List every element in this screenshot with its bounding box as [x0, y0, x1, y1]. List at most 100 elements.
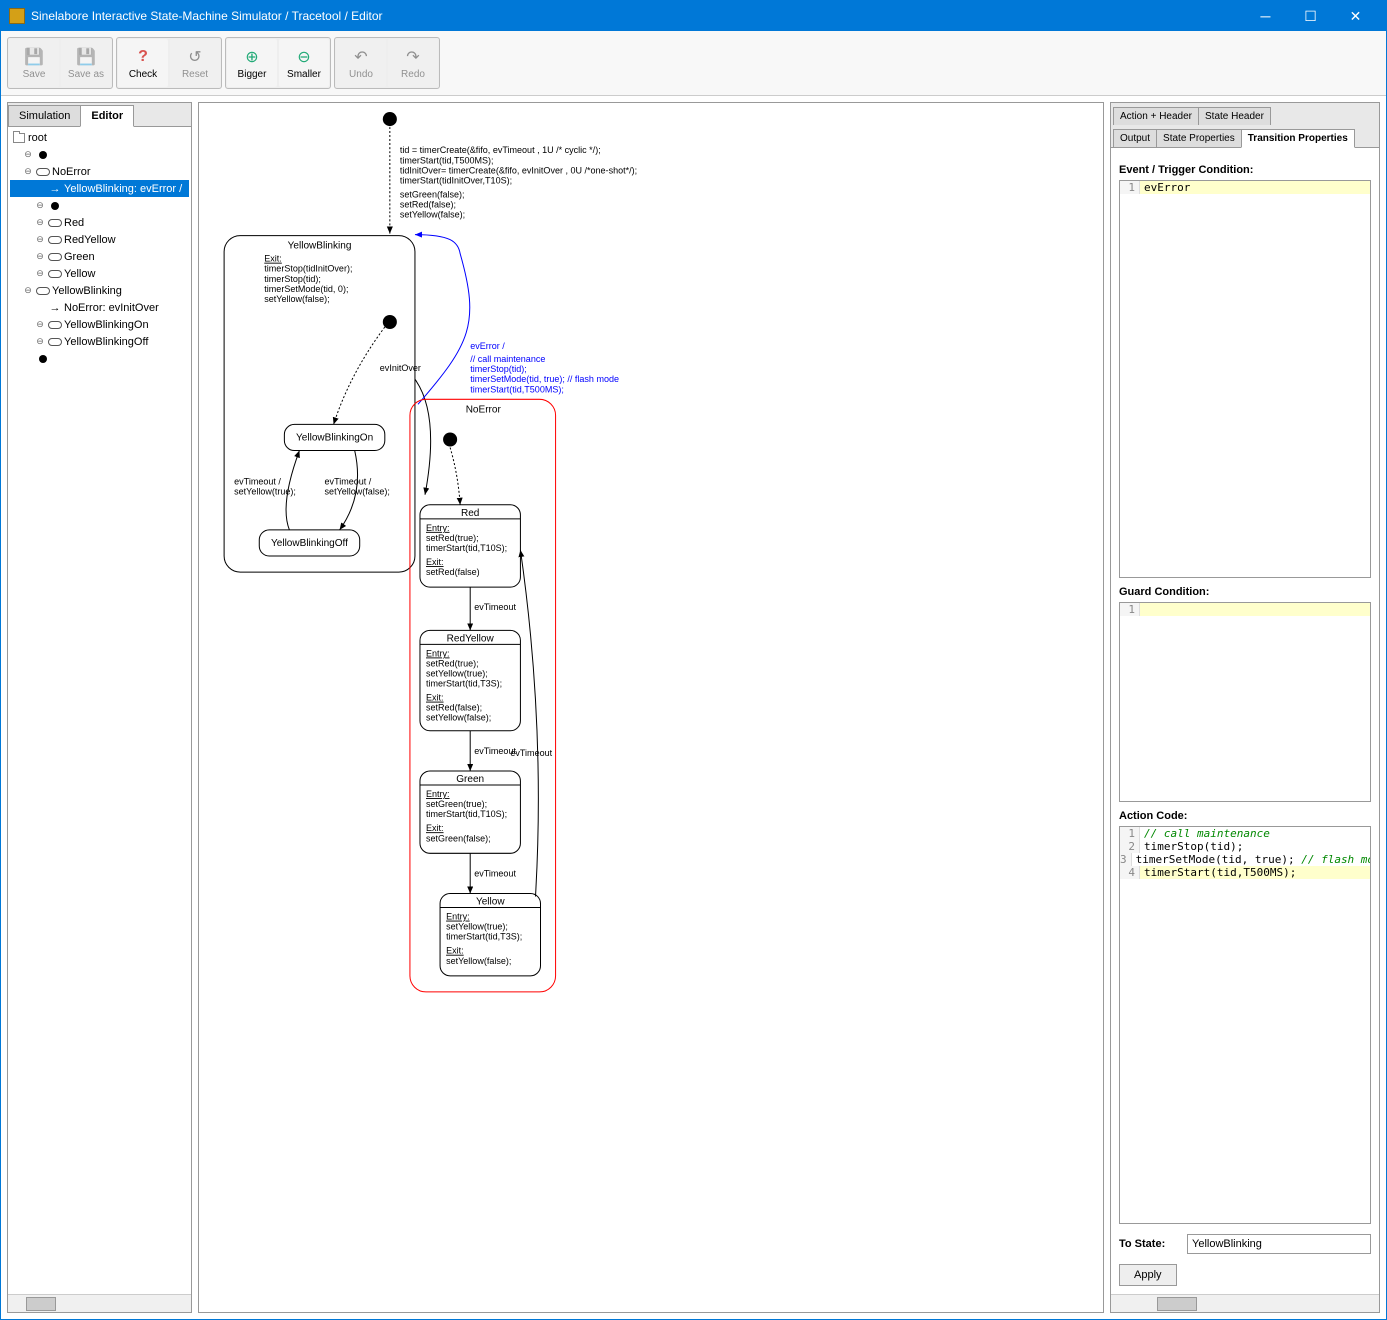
action-code-input[interactable]: 1// call maintenance 2timerStop(tid); 3t… — [1119, 826, 1371, 1224]
state-tree[interactable]: root ⊖ ⊖ NoError → YellowBlinking: evErr… — [8, 127, 191, 1294]
everror-label: evError / // call maintenance timerStop(… — [470, 341, 619, 394]
tree-toggle-icon[interactable]: ⊖ — [22, 149, 34, 160]
tab-action-header[interactable]: Action + Header — [1113, 107, 1199, 125]
tab-output[interactable]: Output — [1113, 129, 1157, 147]
tab-state-props[interactable]: State Properties — [1156, 129, 1242, 147]
tree-toggle-icon[interactable]: ⊖ — [34, 251, 46, 262]
close-button[interactable]: ✕ — [1333, 1, 1378, 31]
svg-text:evTimeout: evTimeout — [510, 748, 552, 758]
svg-text:Exit:: Exit: — [264, 254, 282, 264]
app-window: Sinelabore Interactive State-Machine Sim… — [0, 0, 1387, 1320]
window-title: Sinelabore Interactive State-Machine Sim… — [31, 9, 1243, 23]
init-code: tid = timerCreate(&fifo, evTimeout , 1U … — [400, 145, 637, 219]
right-panel: Action + Header State Header Output Stat… — [1110, 102, 1380, 1313]
tree-yb-transition[interactable]: → YellowBlinking: evError / — [10, 180, 189, 197]
svg-text:timerSetMode(tid, true); // fl: timerSetMode(tid, true); // flash mode — [470, 374, 619, 384]
svg-text:setRed(false): setRed(false) — [426, 567, 480, 577]
svg-text:setYellow(false);: setYellow(false); — [426, 713, 491, 723]
tree-toggle-icon[interactable]: ⊖ — [34, 234, 46, 245]
tree-yellow[interactable]: ⊖ Yellow — [10, 265, 189, 282]
left-tabstrip: Simulation Editor — [8, 103, 191, 127]
svg-text:setGreen(false);: setGreen(false); — [426, 833, 491, 843]
svg-text:Entry:: Entry: — [426, 648, 450, 658]
svg-text:timerStart(tid,T500MS);: timerStart(tid,T500MS); — [470, 384, 564, 394]
tree-final[interactable] — [10, 350, 189, 367]
transition-everror[interactable] — [415, 235, 470, 405]
bigger-button[interactable]: ⊕ Bigger — [227, 39, 277, 87]
red-body: Entry: setRed(true); timerStart(tid,T10S… — [426, 523, 507, 577]
save-button[interactable]: 💾 Save — [9, 39, 59, 87]
event-code-input[interactable]: 1evError — [1119, 180, 1371, 578]
apply-button[interactable]: Apply — [1119, 1264, 1177, 1286]
tree-green[interactable]: ⊖ Green — [10, 248, 189, 265]
svg-text:setGreen(true);: setGreen(true); — [426, 799, 487, 809]
tab-transition-props[interactable]: Transition Properties — [1241, 129, 1355, 148]
main-area: Simulation Editor root ⊖ ⊖ NoError — [1, 96, 1386, 1319]
state-icon — [48, 219, 62, 227]
tree-noerror-init[interactable]: → NoError: evInitOver — [10, 299, 189, 316]
tree-toggle-icon[interactable]: ⊖ — [22, 166, 34, 177]
tree-initial[interactable]: ⊖ — [10, 146, 189, 163]
svg-text:evInitOver: evInitOver — [380, 363, 421, 373]
redo-button[interactable]: ↷ Redo — [388, 39, 438, 87]
svg-text:Entry:: Entry: — [426, 789, 450, 799]
svg-text:evTimeout /: evTimeout / — [234, 477, 281, 487]
svg-text:setRed(false);: setRed(false); — [426, 703, 482, 713]
green-body: Entry: setGreen(true); timerStart(tid,T1… — [426, 789, 507, 843]
state-icon — [36, 168, 50, 176]
transition-icon: → — [48, 302, 62, 314]
undo-button[interactable]: ↶ Undo — [336, 39, 386, 87]
diagram-canvas[interactable]: tid = timerCreate(&fifo, evTimeout , 1U … — [198, 102, 1104, 1313]
tree-ybon[interactable]: ⊖ YellowBlinkingOn — [10, 316, 189, 333]
tree-toggle-icon[interactable]: ⊖ — [34, 268, 46, 279]
action-label: Action Code: — [1119, 810, 1371, 822]
svg-text:NoError: NoError — [466, 404, 502, 415]
smaller-button[interactable]: ⊖ Smaller — [279, 39, 329, 87]
svg-text:timerStart(tid,T500MS);: timerStart(tid,T500MS); — [400, 155, 494, 165]
tree-yellowblinking[interactable]: ⊖ YellowBlinking — [10, 282, 189, 299]
tab-state-header[interactable]: State Header — [1198, 107, 1271, 125]
check-button[interactable]: ? Check — [118, 39, 168, 87]
tree-yboff[interactable]: ⊖ YellowBlinkingOff — [10, 333, 189, 350]
tree-toggle-icon[interactable]: ⊖ — [34, 217, 46, 228]
props-hscrollbar[interactable] — [1111, 1294, 1379, 1312]
titlebar[interactable]: Sinelabore Interactive State-Machine Sim… — [1, 1, 1386, 31]
tree-root[interactable]: root — [10, 129, 189, 146]
tree-toggle-icon[interactable]: ⊖ — [34, 319, 46, 330]
svg-text:timerStop(tid);: timerStop(tid); — [470, 364, 527, 374]
reset-button[interactable]: ↺ Reset — [170, 39, 220, 87]
svg-text:tidInitOver= timerCreate(&fifo: tidInitOver= timerCreate(&fifo, evInitOv… — [400, 165, 637, 175]
svg-text:setYellow(false);: setYellow(false); — [400, 210, 465, 220]
zoom-in-icon: ⊕ — [242, 47, 262, 67]
tree-initial-sub[interactable]: ⊖ — [10, 197, 189, 214]
svg-text:timerStart(tid,T3S);: timerStart(tid,T3S); — [426, 679, 502, 689]
svg-text:setRed(false);: setRed(false); — [400, 199, 456, 209]
tree-toggle-icon[interactable]: ⊖ — [34, 336, 46, 347]
saveas-button[interactable]: 💾 Save as — [61, 39, 111, 87]
tab-simulation[interactable]: Simulation — [8, 105, 81, 126]
svg-text:Exit:: Exit: — [426, 693, 444, 703]
svg-text:tid = timerCreate(&fifo, evTim: tid = timerCreate(&fifo, evTimeout , 1U … — [400, 145, 601, 155]
state-icon — [48, 338, 62, 346]
svg-text:setYellow(true);: setYellow(true); — [426, 669, 488, 679]
minimize-button[interactable]: ─ — [1243, 1, 1288, 31]
yb-exit: Exit: timerStop(tidInitOver); timerStop(… — [264, 254, 352, 304]
tree-toggle-icon[interactable]: ⊖ — [34, 200, 46, 211]
tree-noerror[interactable]: ⊖ NoError — [10, 163, 189, 180]
svg-text:timerStop(tid);: timerStop(tid); — [264, 274, 321, 284]
initial-state-icon — [39, 151, 47, 159]
svg-text:setYellow(true);: setYellow(true); — [234, 487, 296, 497]
tab-editor[interactable]: Editor — [80, 105, 134, 127]
tree-red[interactable]: ⊖ Red — [10, 214, 189, 231]
transition-icon: → — [48, 183, 62, 195]
tostate-input[interactable] — [1187, 1234, 1371, 1254]
properties-panel: Event / Trigger Condition: 1evError Guar… — [1111, 148, 1379, 1294]
svg-text:timerStart(tid,T3S);: timerStart(tid,T3S); — [446, 932, 522, 942]
initial-state-icon — [383, 112, 397, 126]
svg-text:setRed(true);: setRed(true); — [426, 658, 479, 668]
tree-redyellow[interactable]: ⊖ RedYellow — [10, 231, 189, 248]
maximize-button[interactable]: ☐ — [1288, 1, 1333, 31]
guard-code-input[interactable]: 1 — [1119, 602, 1371, 802]
tree-toggle-icon[interactable]: ⊖ — [22, 285, 34, 296]
tree-hscrollbar[interactable] — [8, 1294, 191, 1312]
